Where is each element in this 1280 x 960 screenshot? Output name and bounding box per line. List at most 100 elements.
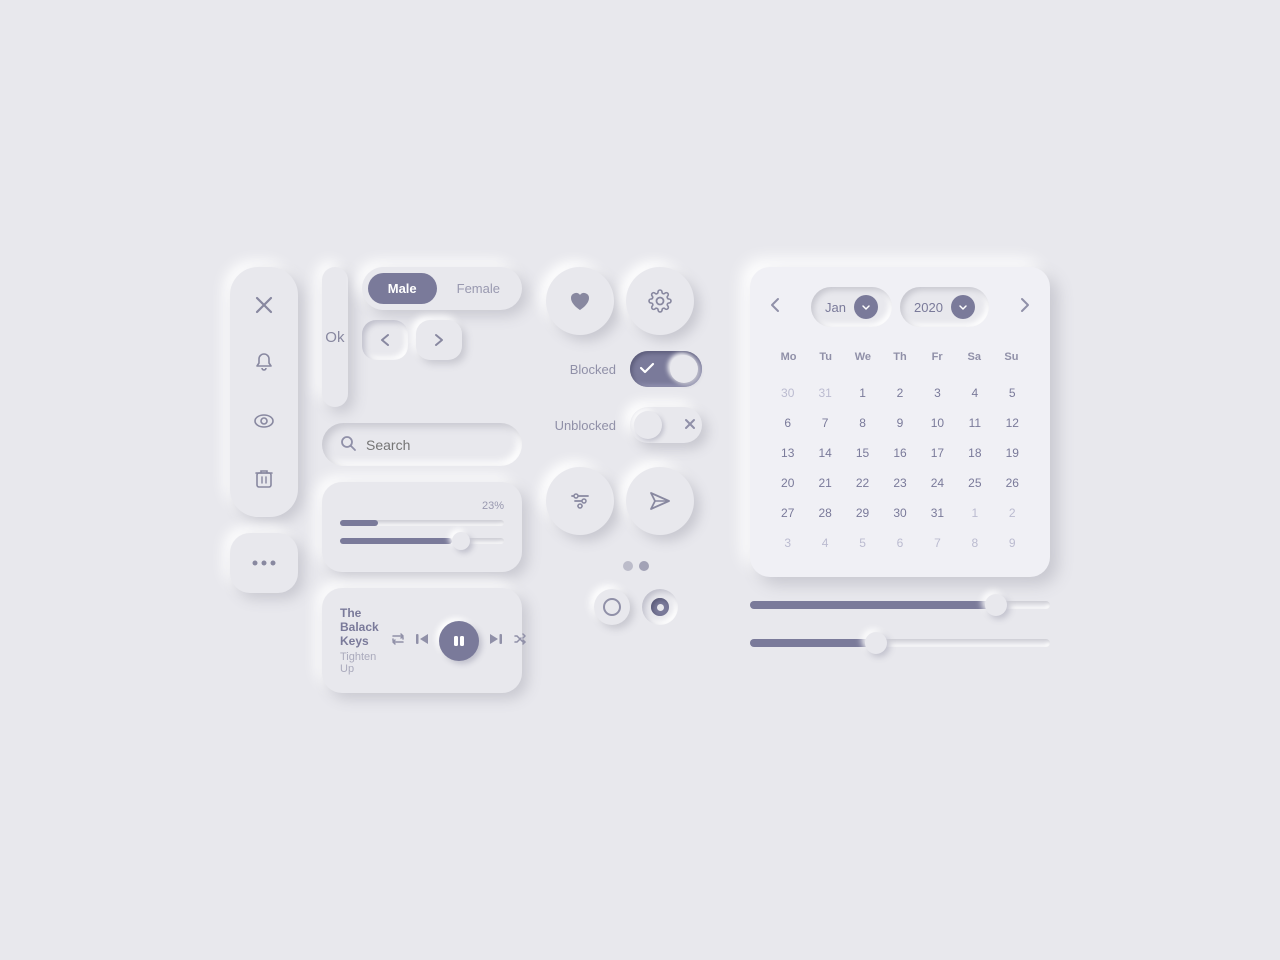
calendar-day[interactable]: 7 <box>920 529 955 557</box>
calendar-day[interactable]: 6 <box>882 529 917 557</box>
pause-button[interactable] <box>439 621 479 661</box>
calendar-day[interactable]: 7 <box>807 409 842 437</box>
calendar-day[interactable]: 1 <box>957 499 992 527</box>
calendar-day[interactable]: 1 <box>845 379 880 407</box>
calendar-day[interactable]: 3 <box>920 379 955 407</box>
calendar-day[interactable]: 9 <box>995 529 1030 557</box>
year-dropdown-icon[interactable] <box>951 295 975 319</box>
repeat-icon[interactable] <box>391 632 405 649</box>
calendar-day[interactable]: 11 <box>957 409 992 437</box>
icon-sidebar <box>230 267 298 517</box>
music-player: The Balack Keys Tighten Up <box>322 588 522 693</box>
calendar-day[interactable]: 4 <box>957 379 992 407</box>
gender-female-button[interactable]: Female <box>441 273 516 304</box>
calendar-day[interactable]: 22 <box>845 469 880 497</box>
calendar-day[interactable]: 12 <box>995 409 1030 437</box>
calendar-next-button[interactable] <box>1020 297 1030 318</box>
bottom-slider2-container <box>750 631 1050 655</box>
calendar-day[interactable]: 20 <box>770 469 805 497</box>
calendar-day[interactable]: 3 <box>770 529 805 557</box>
radio-unselected[interactable] <box>594 589 630 625</box>
calendar-day[interactable]: 18 <box>957 439 992 467</box>
year-select[interactable]: 2020 <box>900 287 989 327</box>
calendar-day[interactable]: 17 <box>920 439 955 467</box>
shuffle-icon[interactable] <box>513 632 527 649</box>
calendar-day[interactable]: 30 <box>770 379 805 407</box>
day-label-mo: Mo <box>770 347 807 367</box>
calendar-day[interactable]: 5 <box>845 529 880 557</box>
calendar-day[interactable]: 16 <box>882 439 917 467</box>
col3: Blocked Unblocked <box>546 267 726 625</box>
calendar-day[interactable]: 26 <box>995 469 1030 497</box>
slider1-track[interactable] <box>340 520 504 526</box>
calendar-day[interactable]: 27 <box>770 499 805 527</box>
month-dropdown-icon[interactable] <box>854 295 878 319</box>
bottom-slider2-track[interactable] <box>750 639 1050 647</box>
nav-prev-button[interactable] <box>362 320 408 360</box>
day-label-th: Th <box>881 347 918 367</box>
heart-button[interactable] <box>546 267 614 335</box>
calendar-day[interactable]: 21 <box>807 469 842 497</box>
col2-top: Ok Male Female <box>322 267 522 407</box>
bottom-slider2-thumb[interactable] <box>865 632 887 654</box>
more-button[interactable] <box>230 533 298 593</box>
calendar-day[interactable]: 6 <box>770 409 805 437</box>
slider2-track[interactable] <box>340 538 504 544</box>
calendar-day[interactable]: 30 <box>882 499 917 527</box>
slider2-fill <box>340 538 452 544</box>
nav-buttons <box>362 320 522 360</box>
bell-icon[interactable] <box>246 345 282 381</box>
player-subtitle: Tighten Up <box>340 651 379 675</box>
radio-dot-1 <box>623 561 633 571</box>
calendar-day[interactable]: 31 <box>807 379 842 407</box>
calendar-day[interactable]: 24 <box>920 469 955 497</box>
bottom-slider1-thumb[interactable] <box>985 594 1007 616</box>
month-select[interactable]: Jan <box>811 287 892 327</box>
calendar-day[interactable]: 9 <box>882 409 917 437</box>
calendar-day[interactable]: 2 <box>882 379 917 407</box>
nav-next-button[interactable] <box>416 320 462 360</box>
radio-selected-dot <box>657 604 664 611</box>
calendar-day[interactable]: 19 <box>995 439 1030 467</box>
filter-button[interactable] <box>546 467 614 535</box>
search-box <box>322 423 522 466</box>
calendar-day[interactable]: 29 <box>845 499 880 527</box>
calendar-grid: 3031123456789101112131415161718192021222… <box>770 379 1030 557</box>
year-value: 2020 <box>914 300 943 315</box>
gender-male-button[interactable]: Male <box>368 273 437 304</box>
bottom-slider1-container <box>750 593 1050 617</box>
next-track-icon[interactable] <box>489 632 503 649</box>
calendar-day[interactable]: 2 <box>995 499 1030 527</box>
col1 <box>230 267 298 593</box>
radio-selected[interactable] <box>642 589 678 625</box>
calendar-day[interactable]: 5 <box>995 379 1030 407</box>
calendar-day[interactable]: 31 <box>920 499 955 527</box>
month-value: Jan <box>825 300 846 315</box>
day-label-sa: Sa <box>956 347 993 367</box>
calendar-day[interactable]: 8 <box>957 529 992 557</box>
calendar-day[interactable]: 25 <box>957 469 992 497</box>
toggle-check-icon <box>640 362 654 377</box>
eye-icon[interactable] <box>246 403 282 439</box>
col2-right: Male Female <box>362 267 522 360</box>
calendar-day[interactable]: 23 <box>882 469 917 497</box>
calendar-day[interactable]: 13 <box>770 439 805 467</box>
calendar-day[interactable]: 15 <box>845 439 880 467</box>
prev-track-icon[interactable] <box>415 632 429 649</box>
close-icon[interactable] <box>246 287 282 323</box>
calendar-prev-button[interactable] <box>770 297 780 318</box>
calendar-day[interactable]: 14 <box>807 439 842 467</box>
calendar-day[interactable]: 28 <box>807 499 842 527</box>
settings-button[interactable] <box>626 267 694 335</box>
ok-button[interactable]: Ok <box>322 267 348 407</box>
trash-icon[interactable] <box>246 461 282 497</box>
slider2-thumb[interactable] <box>452 532 470 550</box>
search-input[interactable] <box>366 437 504 453</box>
calendar-day[interactable]: 8 <box>845 409 880 437</box>
send-button[interactable] <box>626 467 694 535</box>
blocked-toggle[interactable] <box>630 351 702 387</box>
unblocked-toggle[interactable] <box>630 407 702 443</box>
calendar-day[interactable]: 10 <box>920 409 955 437</box>
sliders-section: 23% <box>322 482 522 572</box>
calendar-day[interactable]: 4 <box>807 529 842 557</box>
